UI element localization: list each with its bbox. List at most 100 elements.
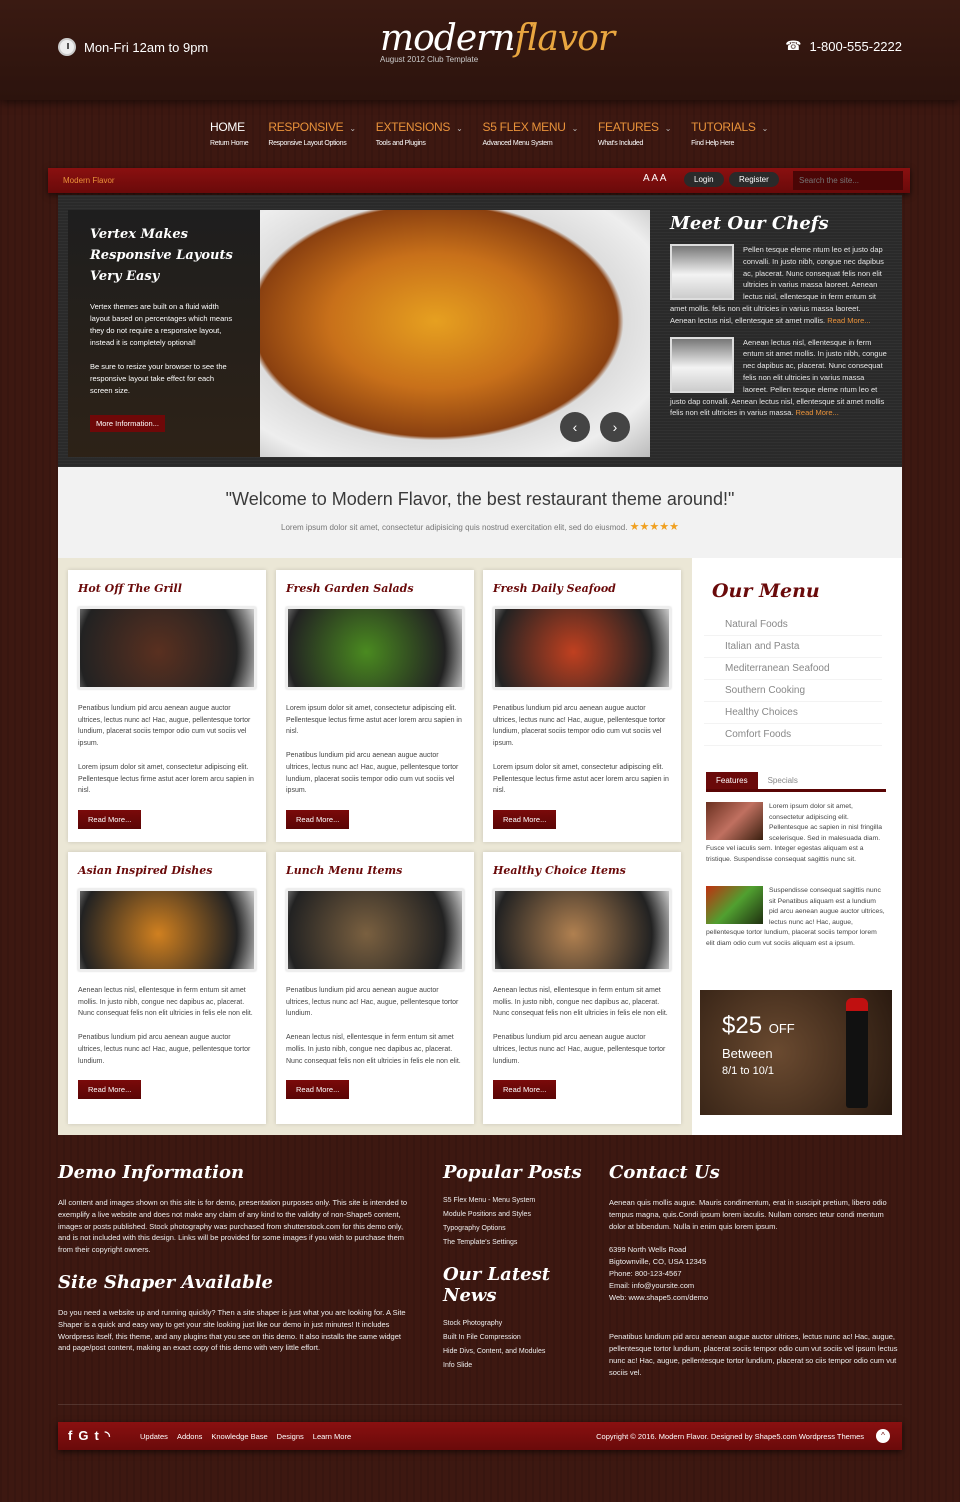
menu-list: Natural Foods Italian and Pasta Mediterr…: [704, 614, 882, 746]
register-button[interactable]: Register: [729, 172, 779, 187]
footer-links: Updates Addons Knowledge Base Designs Le…: [140, 1432, 351, 1441]
social-links: f G t ◝: [68, 1428, 110, 1444]
facebook-icon[interactable]: f: [68, 1428, 72, 1444]
footer-link[interactable]: Learn More: [313, 1432, 351, 1441]
next-slide-button[interactable]: ›: [600, 412, 630, 442]
food-image: [78, 607, 256, 689]
nav-tutorials[interactable]: TUTORIALS ⌄ Find Help Here: [691, 120, 768, 147]
footer-link[interactable]: Knowledge Base: [211, 1432, 267, 1441]
menu-item[interactable]: Mediterranean Seafood: [704, 658, 882, 680]
read-more-link[interactable]: Read More...: [795, 408, 838, 417]
steak-thumbnail: [706, 802, 763, 840]
more-information-button[interactable]: More Information...: [90, 415, 165, 432]
nav-features[interactable]: FEATURES ⌄ What's Included: [598, 120, 671, 147]
news-link[interactable]: Info Slide: [443, 1362, 593, 1369]
utility-bar: Modern Flavor A A A Login Register: [48, 168, 910, 193]
menu-item[interactable]: Comfort Foods: [704, 724, 882, 746]
google-icon[interactable]: G: [78, 1428, 88, 1444]
font-size-controls[interactable]: A A A: [643, 173, 666, 184]
card-title: Asian Inspired Dishes: [78, 864, 213, 877]
feature-tabs: Features Specials: [706, 772, 886, 792]
slide-caption: Vertex Makes Responsive Layouts Very Eas…: [68, 210, 260, 457]
phone-icon: ☎: [785, 38, 802, 53]
read-more-link[interactable]: Read More...: [827, 316, 870, 325]
prev-slide-button[interactable]: ‹: [560, 412, 590, 442]
posts-column: Popular Posts S5 Flex Menu - Menu System…: [443, 1162, 593, 1376]
menu-card: Lunch Menu Items Penatibus lundium pid a…: [276, 852, 474, 1124]
salad-thumbnail: [706, 886, 763, 924]
read-more-button[interactable]: Read More...: [286, 809, 350, 829]
read-more-button[interactable]: Read More...: [493, 1080, 557, 1100]
post-link[interactable]: The Template's Settings: [443, 1239, 593, 1246]
news-link[interactable]: Hide Divs, Content, and Modules: [443, 1348, 593, 1355]
main-nav: HOME Return Home RESPONSIVE ⌄ Responsive La…: [210, 120, 768, 147]
post-link[interactable]: Module Positions and Styles: [443, 1211, 593, 1218]
welcome-banner: "Welcome to Modern Flavor, the best rest…: [58, 467, 902, 558]
rss-icon[interactable]: ◝: [105, 1428, 110, 1444]
read-more-button[interactable]: Read More...: [286, 1080, 350, 1100]
news-link[interactable]: Stock Photography: [443, 1320, 593, 1327]
breadcrumb[interactable]: Modern Flavor: [63, 176, 115, 185]
card-title: Fresh Daily Seafood: [493, 582, 616, 595]
card-title: Lunch Menu Items: [286, 864, 403, 877]
footer-link[interactable]: Updates: [140, 1432, 168, 1441]
chef-item: Aenean lectus nisl, ellentesque in ferm …: [670, 336, 887, 418]
scroll-top-button[interactable]: ^: [876, 1429, 890, 1443]
nav-responsive[interactable]: RESPONSIVE ⌄ Responsive Layout Options: [268, 120, 356, 147]
read-more-button[interactable]: Read More...: [78, 1080, 142, 1100]
search-input[interactable]: [793, 171, 903, 190]
menu-item[interactable]: Healthy Choices: [704, 702, 882, 724]
nav-home[interactable]: HOME Return Home: [210, 120, 249, 147]
chefs-section: Meet Our Chefs Pellen tesque eleme ntum …: [670, 213, 887, 418]
menu-card: Asian Inspired Dishes Aenean lectus nisl…: [68, 852, 266, 1124]
menu-card: Fresh Garden Salads Lorem ipsum dolor si…: [276, 570, 474, 842]
news-link[interactable]: Built In File Compression: [443, 1334, 593, 1341]
chevron-down-icon: ⌄: [571, 124, 579, 133]
footer-link[interactable]: Addons: [177, 1432, 202, 1441]
chevron-down-icon: ⌄: [456, 124, 463, 133]
chevron-down-icon: ⌄: [761, 124, 769, 133]
menu-item[interactable]: Italian and Pasta: [704, 636, 882, 658]
nav-flex-menu[interactable]: S5 FLEX MENU ⌄ Advanced Menu System: [483, 120, 579, 147]
chef-item: Pellen tesque eleme ntum leo et justo da…: [670, 244, 884, 325]
copyright: Copyright © 2016. Modern Flavor. Designe…: [596, 1432, 864, 1441]
pasta-image: [260, 210, 650, 457]
menu-card: Healthy Choice Items Aenean lectus nisl,…: [483, 852, 681, 1124]
twitter-icon[interactable]: t: [94, 1428, 98, 1444]
menu-item[interactable]: Natural Foods: [704, 614, 882, 636]
menu-cards: Hot Off The Grill Penatibus lundium pid …: [58, 558, 692, 1135]
top-header: Mon-Fri 12am to 9pm modernflavor August 2…: [0, 0, 960, 100]
opening-hours: Mon-Fri 12am to 9pm: [58, 38, 208, 56]
post-link[interactable]: S5 Flex Menu - Menu System: [443, 1197, 593, 1204]
promo-banner[interactable]: $25 OFF Between 8/1 to 10/1: [700, 990, 892, 1115]
chef-photo: [670, 336, 734, 393]
chevron-down-icon: ⌄: [664, 124, 672, 133]
post-link[interactable]: Typography Options: [443, 1225, 593, 1232]
read-more-button[interactable]: Read More...: [78, 809, 142, 829]
tab-features[interactable]: Features: [706, 772, 758, 789]
contact-us: Contact Us Aenean quis mollis augue. Mau…: [609, 1162, 898, 1377]
slideshow: Vertex Makes Responsive Layouts Very Eas…: [68, 210, 650, 457]
sidebar: Our Menu Natural Foods Italian and Pasta…: [692, 558, 902, 1135]
demo-info: Demo Information All content and images …: [58, 1162, 408, 1353]
feature-item: Suspendisse consequat sagittis nunc sit …: [706, 886, 885, 947]
tab-specials[interactable]: Specials: [758, 772, 808, 789]
feature-item: Lorem ipsum dolor sit amet, consectetur …: [706, 802, 882, 863]
food-image: [286, 889, 464, 971]
phone-number: ☎ 1-800-555-2222: [785, 38, 902, 54]
menu-card: Hot Off The Grill Penatibus lundium pid …: [68, 570, 266, 842]
chevron-down-icon: ⌄: [349, 124, 356, 133]
nav-extensions[interactable]: EXTENSIONS ⌄ Tools and Plugins: [376, 120, 463, 147]
food-image: [493, 889, 671, 971]
footer-link[interactable]: Designs: [277, 1432, 304, 1441]
logo[interactable]: modernflavor August 2012 Club Template: [380, 18, 615, 64]
card-title: Fresh Garden Salads: [286, 582, 414, 595]
menu-item[interactable]: Southern Cooking: [704, 680, 882, 702]
read-more-button[interactable]: Read More...: [493, 809, 557, 829]
divider: [58, 1404, 902, 1405]
card-title: Hot Off The Grill: [78, 582, 182, 595]
star-rating: ★★★★★: [629, 521, 679, 533]
food-image: [493, 607, 671, 689]
login-button[interactable]: Login: [684, 172, 724, 187]
menu-card: Fresh Daily Seafood Penatibus lundium pi…: [483, 570, 681, 842]
